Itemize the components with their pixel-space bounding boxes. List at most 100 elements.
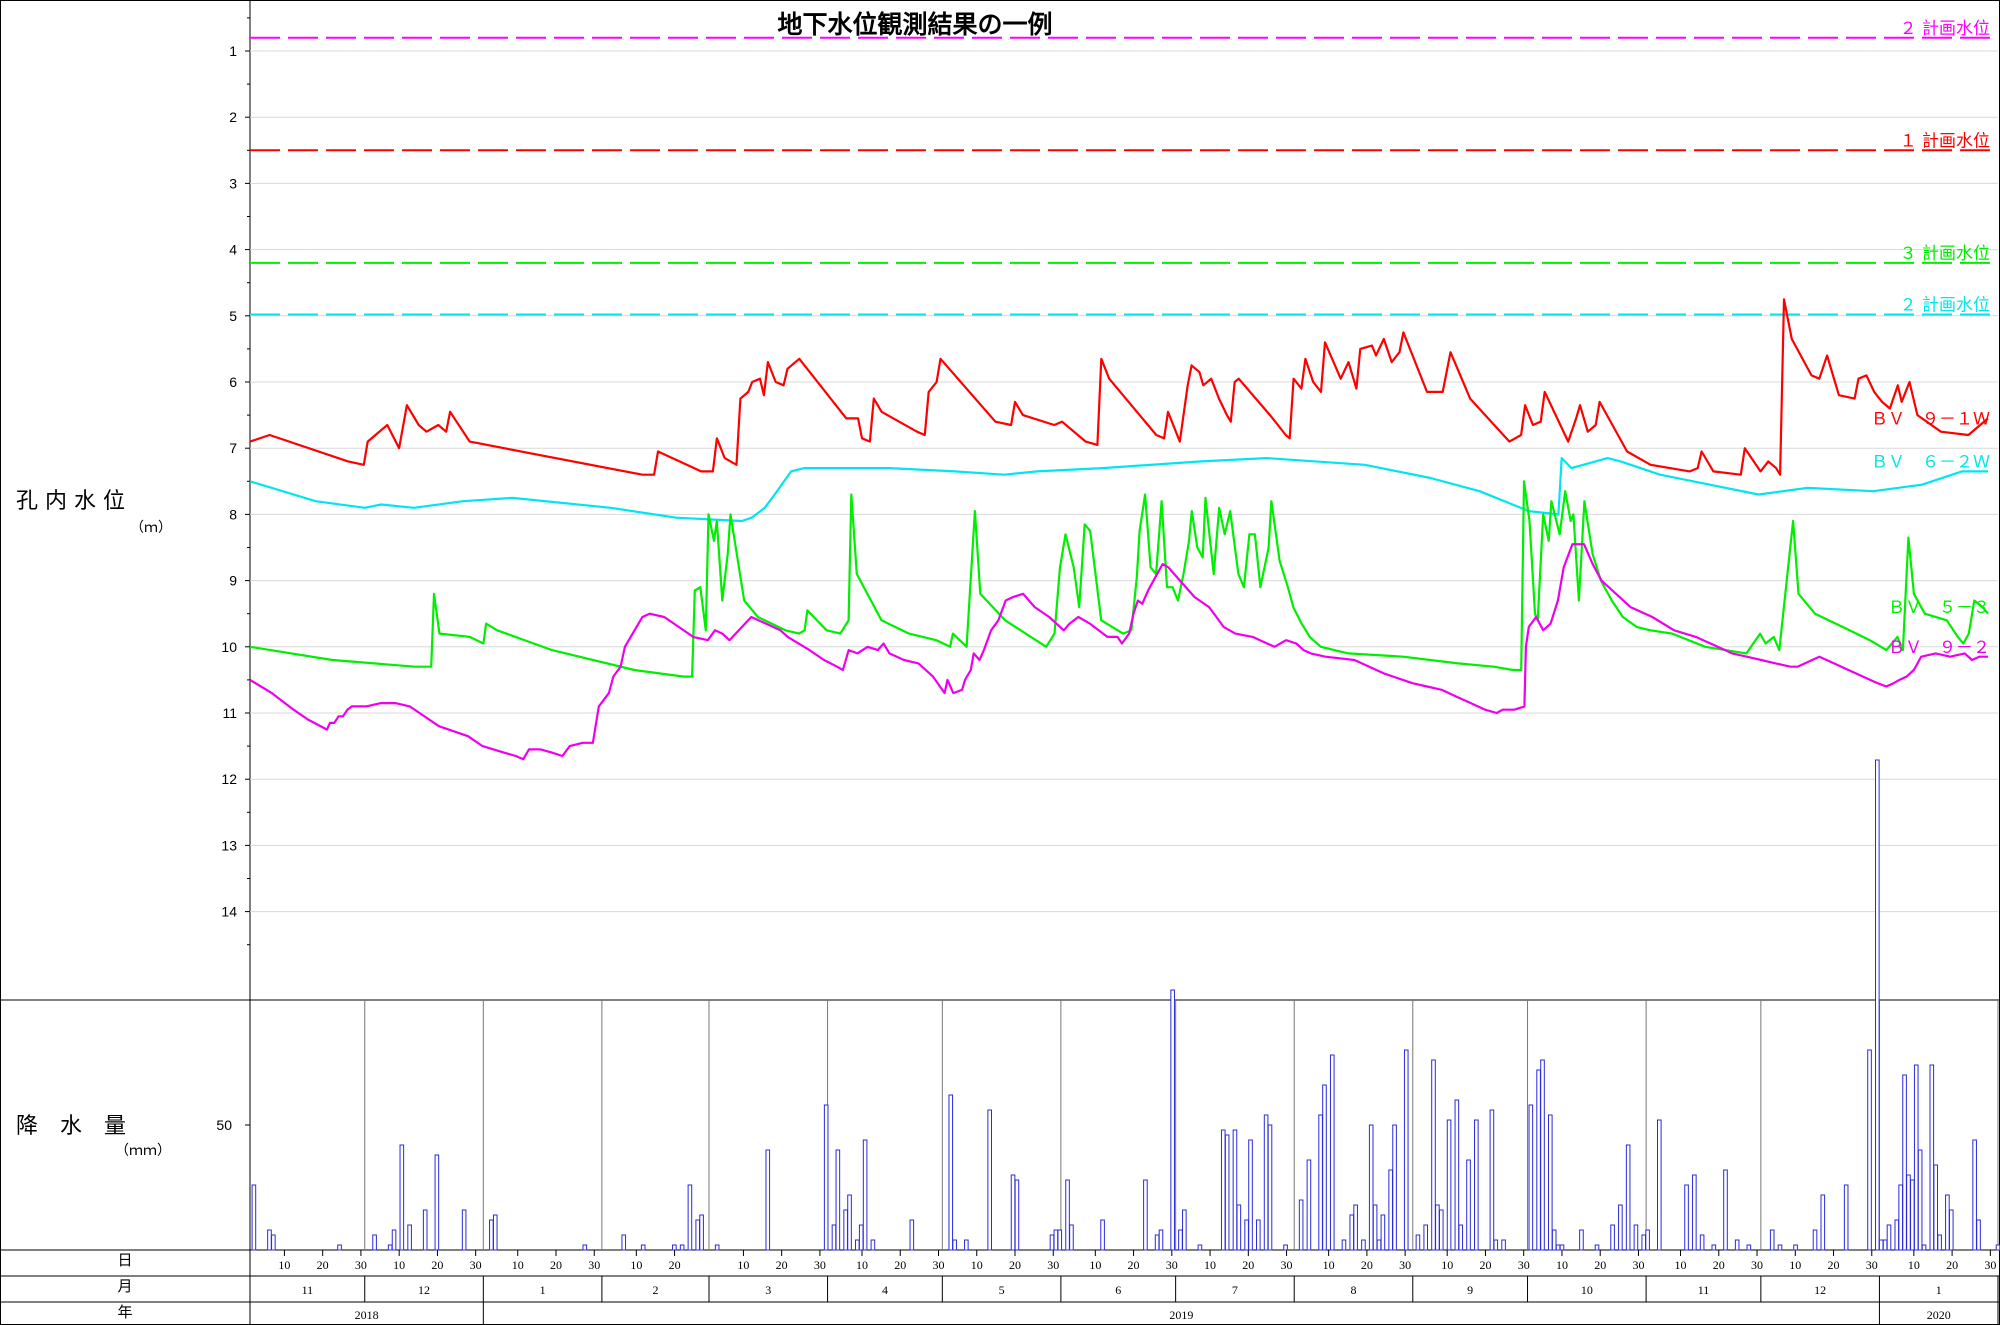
precip-bar [1170, 989, 1175, 1251]
series-label: ＢＶ ５－３ [1888, 598, 1990, 618]
precip-bar [1423, 1224, 1429, 1251]
month-label: 4 [882, 1283, 888, 1297]
precip-bar [1306, 1159, 1312, 1251]
precip-bar [1298, 1199, 1304, 1251]
month-label: 1 [540, 1283, 546, 1297]
precip-bar [489, 1219, 494, 1251]
precip-bar [964, 1239, 969, 1251]
precip-bar [271, 1234, 276, 1251]
groundwater-chart: 1234567891011121314 ２ 計画水位１ 計画水位３ 計画水位２ … [0, 0, 2000, 1325]
day-label: 30 [470, 1258, 482, 1272]
precip-bar [1692, 1174, 1697, 1251]
precip-bar [1318, 1114, 1323, 1251]
y-tick-label: 10 [221, 639, 237, 655]
day-label: 10 [630, 1258, 642, 1272]
precip-bar [1882, 1239, 1888, 1251]
precip-bar [1197, 1244, 1203, 1251]
precip-bar [1329, 1054, 1335, 1251]
precip-axis-unit: （ｍｍ） [115, 1143, 171, 1159]
precip-bar [1263, 1114, 1269, 1251]
reference-line-label: ２ 計画水位 [1900, 19, 1990, 39]
day-label: 10 [393, 1258, 405, 1272]
precip-bar [1723, 1169, 1728, 1251]
precip-bar [1361, 1239, 1366, 1251]
month-label: 12 [418, 1283, 430, 1297]
y-tick-label: 14 [221, 904, 237, 920]
year-label: 2018 [355, 1308, 379, 1322]
precip-bar [1917, 1149, 1923, 1251]
y-axis-unit: （ｍ） [130, 520, 172, 536]
month-label: 6 [1115, 1283, 1121, 1297]
precip-bar [847, 1194, 852, 1251]
precip-tick-50: 50 [216, 1117, 232, 1133]
precip-bar [1645, 1229, 1650, 1251]
precip-bar [1528, 1104, 1534, 1251]
y-tick-label: 5 [229, 308, 237, 324]
precip-bar [679, 1244, 685, 1251]
precip-bar [1625, 1144, 1631, 1251]
precip-bar [1143, 1179, 1148, 1251]
day-label: 20 [669, 1258, 681, 1272]
precip-bar [1937, 1234, 1942, 1251]
precip-bar [987, 1109, 992, 1251]
day-label: 20 [1242, 1258, 1254, 1272]
precip-bar [1902, 1074, 1907, 1251]
precip-bar [1353, 1204, 1358, 1251]
precip-bar [1898, 1184, 1903, 1251]
precip-bar [1431, 1059, 1436, 1251]
reference-line-label: １ 計画水位 [1900, 131, 1990, 151]
precip-bar [1995, 1244, 2000, 1251]
day-label: 30 [932, 1258, 944, 1272]
precip-bar [1820, 1194, 1826, 1251]
precip-bar [1154, 1234, 1160, 1251]
precip-axis-title: 降 水 量 [16, 1114, 126, 1139]
precip-bar [492, 1214, 498, 1251]
month-label: 11 [302, 1283, 314, 1297]
precip-bar [1886, 1224, 1892, 1251]
day-label: 20 [431, 1258, 443, 1272]
precip-bar [1684, 1184, 1689, 1251]
precip-bar [1929, 1064, 1935, 1251]
series-label: ＢＶ ６－２Ｗ [1871, 452, 1990, 472]
precip-bar [1232, 1129, 1238, 1251]
precip-bar [672, 1244, 677, 1251]
y-tick-label: 4 [229, 242, 237, 258]
day-label: 30 [814, 1258, 826, 1272]
y-tick-label: 8 [229, 506, 237, 522]
month-label: 11 [1698, 1283, 1710, 1297]
precip-bar [1711, 1244, 1717, 1251]
series-label: ＢＶ ９－２ [1888, 638, 1990, 658]
precip-bar [1894, 1219, 1900, 1251]
precip-bar [1244, 1219, 1249, 1251]
precip-bar [695, 1219, 701, 1251]
precip-bar [858, 1224, 864, 1251]
precip-bar [1610, 1224, 1615, 1251]
precip-bar [434, 1154, 440, 1251]
y-tick-label: 11 [222, 705, 237, 721]
precip-bar [1933, 1164, 1939, 1251]
day-label: 10 [512, 1258, 524, 1272]
precip-bar [1376, 1239, 1382, 1251]
reference-line-label: ２ 計画水位 [1900, 295, 1990, 315]
precip-bar [372, 1234, 377, 1251]
precip-bar [1182, 1209, 1187, 1251]
precip-bar [1380, 1214, 1386, 1251]
day-label: 20 [1713, 1258, 1725, 1272]
year-label: 2020 [1927, 1308, 1951, 1322]
day-label: 20 [1361, 1258, 1373, 1272]
day-label: 30 [588, 1258, 600, 1272]
day-label: 10 [1089, 1258, 1101, 1272]
precip-bar [1699, 1234, 1705, 1251]
day-label: 10 [1789, 1258, 1801, 1272]
precip-bar [337, 1244, 342, 1251]
day-label: 20 [550, 1258, 562, 1272]
precip-bar [1014, 1179, 1020, 1251]
day-label: 30 [1866, 1258, 1878, 1272]
day-label: 20 [1479, 1258, 1491, 1272]
precip-bar [1493, 1239, 1499, 1251]
precip-bar [1906, 1174, 1911, 1251]
precip-bar [1065, 1179, 1070, 1251]
precip-bar [1921, 1244, 1927, 1251]
precip-bar [1641, 1234, 1647, 1251]
precip-bar [1415, 1234, 1421, 1251]
